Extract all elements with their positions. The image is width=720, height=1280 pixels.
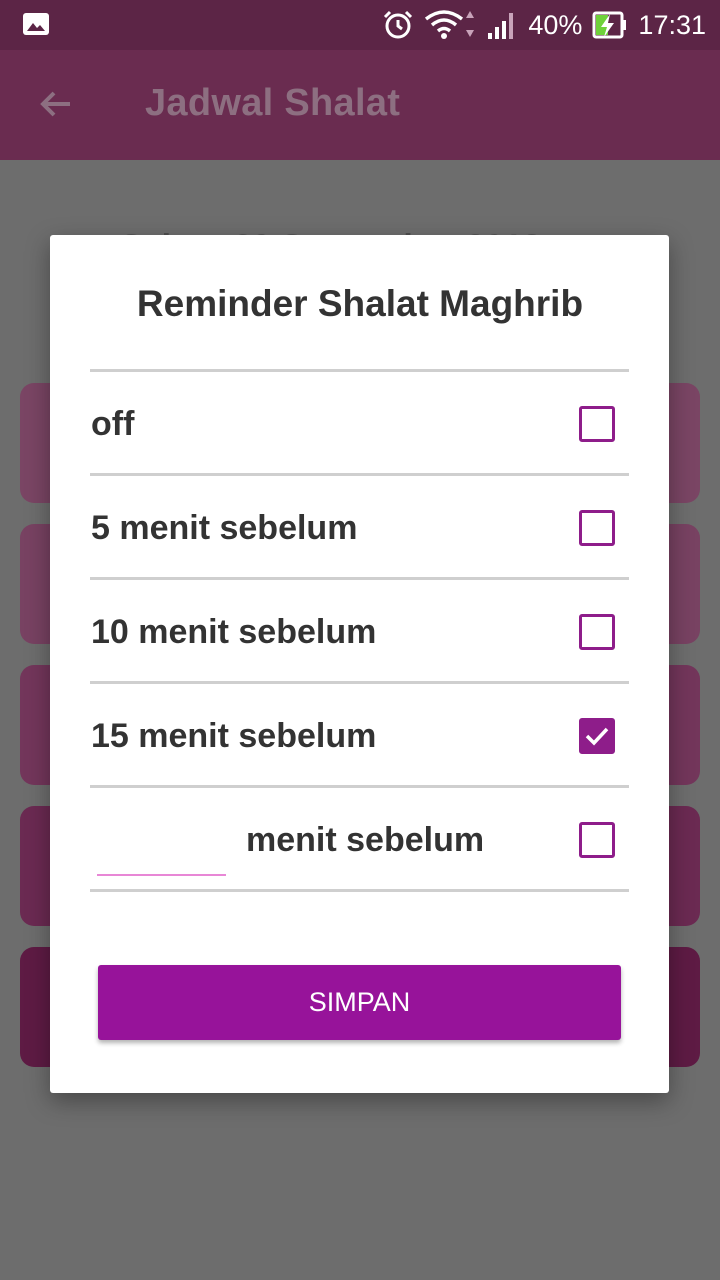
divider xyxy=(90,577,629,580)
checkmark-icon xyxy=(585,727,609,746)
wifi-icon xyxy=(425,10,475,39)
app-bar: Jadwal Shalat xyxy=(0,50,720,160)
divider xyxy=(90,889,629,892)
option-10-label[interactable]: 10 menit sebelum xyxy=(91,613,376,652)
divider xyxy=(90,785,629,788)
option-off-label[interactable]: off xyxy=(91,405,134,444)
option-15-label[interactable]: 15 menit sebelum xyxy=(91,717,376,756)
custom-option-checkbox[interactable] xyxy=(579,822,615,858)
dialog-title: Reminder Shalat Maghrib xyxy=(136,283,584,324)
custom-option-label: menit sebelum xyxy=(246,821,485,859)
status-bar: 40% 17:31 xyxy=(0,0,720,50)
divider xyxy=(90,473,629,476)
option-15-checkbox[interactable] xyxy=(579,718,615,754)
divider xyxy=(90,681,629,684)
clock: 17:31 xyxy=(638,9,706,40)
alarm-icon xyxy=(384,10,413,39)
back-arrow-icon[interactable] xyxy=(36,84,76,124)
battery-percent: 40% xyxy=(528,9,583,40)
app-title: Jadwal Shalat xyxy=(145,82,401,124)
signal-icon xyxy=(488,13,514,39)
option-5-checkbox[interactable] xyxy=(579,510,615,546)
option-off-checkbox[interactable] xyxy=(579,406,615,442)
option-10-checkbox[interactable] xyxy=(579,614,615,650)
battery-charging-icon xyxy=(592,11,627,39)
option-5-label[interactable]: 5 menit sebelum xyxy=(91,509,357,548)
image-notification-icon xyxy=(23,13,49,35)
divider xyxy=(90,369,629,372)
custom-minutes-input[interactable] xyxy=(97,832,226,876)
save-button[interactable]: SIMPAN xyxy=(98,965,621,1040)
